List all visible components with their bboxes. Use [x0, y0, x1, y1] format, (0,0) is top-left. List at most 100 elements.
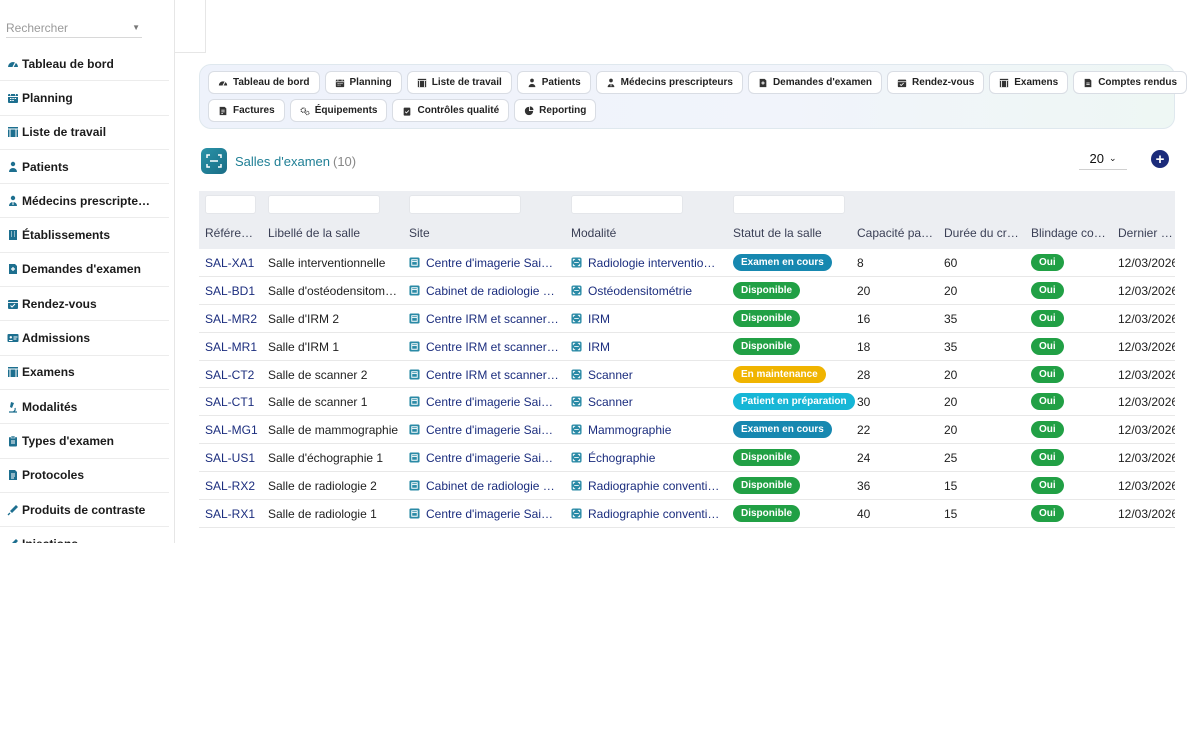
- sidebar-item-planning[interactable]: Planning: [0, 81, 169, 116]
- sidebar-item-types-d-examen[interactable]: Types d'examen: [0, 424, 169, 459]
- sidebar-item-etablissements[interactable]: Établissements: [0, 218, 169, 253]
- room-reference[interactable]: SAL-RX2: [205, 479, 255, 493]
- room-modality-text: Ostéodensitométrie: [588, 283, 693, 298]
- room-site[interactable]: Cabinet de radiologie N…: [409, 479, 559, 493]
- room-modality[interactable]: IRM: [571, 312, 610, 326]
- room-modality[interactable]: Ostéodensitométrie: [571, 284, 692, 298]
- table-row[interactable]: SAL-RX2 Salle de radiologie 2 Cabinet de…: [199, 472, 1175, 501]
- exam-icon: [999, 78, 1014, 88]
- quick-nav-rendez-vous[interactable]: Rendez-vous: [887, 71, 985, 94]
- room-site-text: Centre d'imagerie Saint…: [426, 451, 559, 466]
- column-header[interactable]: Statut de la salle: [733, 226, 822, 240]
- room-site[interactable]: Centre d'imagerie Saint…: [409, 395, 559, 409]
- sidebar-item-injections[interactable]: Injections: [0, 527, 169, 543]
- sidebar-item-protocoles[interactable]: Protocoles: [0, 459, 169, 493]
- quick-nav-patients[interactable]: Patients: [516, 71, 591, 94]
- table-body: SAL-XA1 Salle interventionnelle Centre d…: [199, 249, 1175, 528]
- room-site[interactable]: Centre d'imagerie Saint…: [409, 423, 559, 437]
- room-reference[interactable]: SAL-XA1: [205, 256, 254, 270]
- room-modality[interactable]: Radiographie conventio…: [571, 507, 721, 521]
- room-reference[interactable]: SAL-RX1: [205, 507, 255, 521]
- sidebar-item-patients[interactable]: Patients: [0, 150, 169, 185]
- room-modality[interactable]: Scanner: [571, 368, 633, 382]
- room-modality[interactable]: Mammographie: [571, 423, 671, 437]
- room-site[interactable]: Cabinet de radiologie N…: [409, 284, 559, 298]
- column-filter-input[interactable]: [733, 195, 845, 214]
- room-reference[interactable]: SAL-MG1: [205, 423, 258, 437]
- room-modality[interactable]: Radiologie intervention…: [571, 256, 721, 270]
- table-row[interactable]: SAL-BD1 Salle d'ostéodensitométrie Cabin…: [199, 277, 1175, 305]
- room-modality[interactable]: Scanner: [571, 395, 633, 409]
- room-reference[interactable]: SAL-BD1: [205, 284, 255, 298]
- quick-nav-controles-qualite[interactable]: Contrôles qualité: [392, 99, 510, 122]
- table-row[interactable]: SAL-MR1 Salle d'IRM 1 Centre IRM et scan…: [199, 333, 1175, 361]
- quick-nav-planning[interactable]: Planning: [324, 71, 402, 94]
- quick-nav-factures[interactable]: Factures: [208, 99, 285, 122]
- search-box[interactable]: ▼: [6, 18, 142, 38]
- room-modality-text: Échographie: [588, 451, 656, 466]
- room-site[interactable]: Centre d'imagerie Saint…: [409, 256, 559, 270]
- sidebar-item-medecins-prescripte[interactable]: Médecins prescripte…: [0, 184, 169, 219]
- table-row[interactable]: SAL-XA1 Salle interventionnelle Centre d…: [199, 249, 1175, 277]
- quick-nav-equipements[interactable]: Équipements: [289, 99, 388, 122]
- room-modality-text: Mammographie: [588, 423, 672, 438]
- table-row[interactable]: SAL-US1 Salle d'échographie 1 Centre d'i…: [199, 444, 1175, 473]
- room-reference[interactable]: SAL-CT1: [205, 395, 254, 409]
- column-header[interactable]: Blindage con…: [1031, 226, 1108, 240]
- quick-nav-demandes-d-examen[interactable]: Demandes d'examen: [747, 71, 883, 94]
- column-header[interactable]: Référence: [205, 226, 258, 240]
- quick-nav-medecins-prescripteurs[interactable]: Médecins prescripteurs: [595, 71, 743, 94]
- column-filter-input[interactable]: [409, 195, 521, 214]
- table-row[interactable]: SAL-RX1 Salle de radiologie 1 Centre d'i…: [199, 500, 1175, 528]
- modality-icon: [571, 341, 582, 352]
- room-site[interactable]: Centre IRM et scanner …: [409, 368, 559, 382]
- page-size-select[interactable]: 20 ⌄: [1079, 148, 1127, 170]
- column-header[interactable]: Dernier con: [1118, 226, 1175, 240]
- room-capacity: 22: [857, 423, 871, 438]
- room-site[interactable]: Centre IRM et scanner …: [409, 312, 559, 326]
- sidebar-item-demandes-d-examen[interactable]: Demandes d'examen: [0, 253, 169, 288]
- sidebar-item-liste-de-travail[interactable]: Liste de travail: [0, 116, 169, 150]
- room-site[interactable]: Centre IRM et scanner …: [409, 340, 559, 354]
- search-input[interactable]: [6, 20, 121, 35]
- quick-nav-liste-de-travail[interactable]: Liste de travail: [406, 71, 512, 94]
- room-reference[interactable]: SAL-MR2: [205, 312, 257, 326]
- column-filter-input[interactable]: [205, 195, 256, 214]
- add-room-button[interactable]: +: [1151, 150, 1169, 168]
- table-row[interactable]: SAL-CT1 Salle de scanner 1 Centre d'imag…: [199, 388, 1175, 417]
- room-reference[interactable]: SAL-CT2: [205, 368, 254, 382]
- room-reference[interactable]: SAL-US1: [205, 451, 255, 465]
- column-header[interactable]: Durée du cré…: [944, 226, 1021, 240]
- column-header[interactable]: Capacité par…: [857, 226, 934, 240]
- room-modality[interactable]: Échographie: [571, 451, 655, 465]
- table-row[interactable]: SAL-MG1 Salle de mammographie Centre d'i…: [199, 416, 1175, 445]
- sidebar-item-admissions[interactable]: Admissions: [0, 321, 169, 356]
- chevron-down-icon[interactable]: ▼: [132, 23, 140, 32]
- sidebar-item-modalites[interactable]: Modalités: [0, 390, 169, 425]
- site-icon: [409, 257, 420, 268]
- quick-nav-examens[interactable]: Examens: [989, 71, 1069, 94]
- room-reference[interactable]: SAL-MR1: [205, 340, 257, 354]
- room-duration: 20: [944, 283, 958, 298]
- column-header[interactable]: Site: [409, 226, 430, 240]
- sidebar-item-tableau-de-bord[interactable]: Tableau de bord: [0, 47, 169, 82]
- table-row[interactable]: SAL-MR2 Salle d'IRM 2 Centre IRM et scan…: [199, 305, 1175, 333]
- room-site[interactable]: Centre d'imagerie Saint…: [409, 507, 559, 521]
- room-site[interactable]: Centre d'imagerie Saint…: [409, 451, 559, 465]
- sidebar-item-rendez-vous[interactable]: Rendez-vous: [0, 287, 169, 322]
- quick-nav-reporting[interactable]: Reporting: [514, 99, 597, 122]
- gauge-icon: [6, 57, 19, 70]
- column-filter-input[interactable]: [571, 195, 683, 214]
- quick-nav-comptes-rendus[interactable]: Comptes rendus: [1073, 71, 1188, 94]
- quick-nav-tableau-de-bord[interactable]: Tableau de bord: [208, 71, 320, 94]
- column-header[interactable]: Libellé de la salle: [268, 226, 360, 240]
- room-modality[interactable]: IRM: [571, 340, 610, 354]
- sidebar-item-produits-de-contraste[interactable]: Produits de contraste: [0, 493, 169, 528]
- room-modality[interactable]: Radiographie conventio…: [571, 479, 721, 493]
- column-filter-input[interactable]: [268, 195, 380, 214]
- column-header[interactable]: Modalité: [571, 226, 616, 240]
- room-modality-text: Radiologie intervention…: [588, 256, 721, 270]
- sidebar-item-examens[interactable]: Examens: [0, 356, 169, 390]
- table-row[interactable]: SAL-CT2 Salle de scanner 2 Centre IRM et…: [199, 361, 1175, 389]
- sidebar: ▼ Tableau de bord Planning Liste de trav…: [0, 0, 175, 543]
